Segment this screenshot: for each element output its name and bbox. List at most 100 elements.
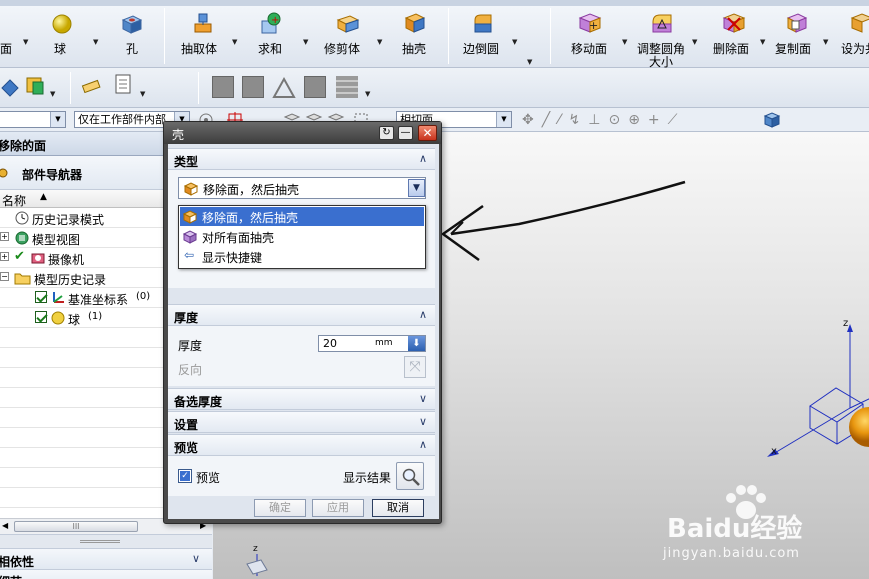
analysis-icon[interactable] <box>0 76 20 98</box>
chevron-down-icon[interactable]: ▼ <box>408 179 425 197</box>
copy-face-button[interactable]: 复制面 <box>772 10 822 60</box>
chevron-down-icon[interactable]: ▼ <box>365 90 370 98</box>
extract-body-label: 抽取体 <box>181 42 218 56</box>
ok-button[interactable]: 确定 <box>254 499 306 517</box>
close-icon[interactable]: ✕ <box>418 125 437 141</box>
reset-icon[interactable]: ↻ <box>379 126 394 140</box>
dialog-title-bar[interactable]: 壳 ↻ — ✕ <box>164 122 441 144</box>
thickness-section-header[interactable]: 厚度 ∧ <box>168 304 435 326</box>
collapse-icon[interactable]: − <box>0 272 9 281</box>
dependency-header[interactable]: 相依性 ∨ <box>0 548 212 570</box>
set-face-label: 设为共 <box>841 42 869 56</box>
tree-item-label: 模型历史记录 <box>34 273 107 287</box>
show-result-button[interactable] <box>396 462 424 490</box>
chevron-down-icon[interactable]: ▼ <box>377 38 382 46</box>
view-style-icon[interactable] <box>212 76 234 98</box>
chevron-down-icon[interactable]: ▼ <box>93 38 98 46</box>
alt-thickness-section-header[interactable]: 备选厚度 ∨ <box>168 388 435 410</box>
preview-title: 预览 <box>174 441 199 455</box>
delete-face-button[interactable]: 删除面 <box>710 10 760 60</box>
snap-point-icon[interactable]: ⊥ <box>588 112 608 128</box>
set-face-icon <box>850 13 869 33</box>
snap-point-icon[interactable]: ⟋ <box>668 112 686 128</box>
chevron-down-icon[interactable]: ▼ <box>760 38 765 46</box>
hole-button[interactable]: 孔 <box>112 10 152 60</box>
triangle-icon[interactable] <box>272 76 296 100</box>
chevron-down-icon[interactable]: ▼ <box>692 38 697 46</box>
chevron-down-icon[interactable]: ▼ <box>50 90 55 98</box>
snap-point-icon[interactable]: ⊙ <box>608 112 628 128</box>
layers-icon[interactable] <box>336 76 358 98</box>
chevron-down-icon[interactable]: ▼ <box>232 38 237 46</box>
thickness-menu-icon[interactable]: ⬇ <box>408 336 425 351</box>
chevron-down-icon[interactable]: ▼ <box>527 58 532 66</box>
trim-body-button[interactable]: 修剪体 <box>322 10 372 60</box>
cancel-button[interactable]: 取消 <box>372 499 424 517</box>
scroll-left-icon[interactable]: ◀ <box>2 521 8 530</box>
type-option-shell-all[interactable]: 对所有面抽壳 <box>180 227 424 246</box>
set-face-button[interactable]: 设为共 <box>838 10 869 60</box>
tree-item-count: (0) <box>136 291 151 302</box>
chevron-down-icon: ▼ <box>496 112 511 127</box>
view-style-icon[interactable] <box>242 76 264 98</box>
chevron-down-icon[interactable]: ▼ <box>512 38 517 46</box>
type-option-shortcuts[interactable]: ⇦ 显示快捷键 <box>180 247 424 266</box>
chevron-down-icon[interactable]: ▼ <box>140 90 145 98</box>
snap-point-icon[interactable]: ⁄ <box>558 112 568 128</box>
snap-point-icon[interactable]: ✥ <box>522 112 542 128</box>
edge-blend-button[interactable]: 边倒圆 <box>458 10 508 60</box>
preview-checkbox-label: 预览 <box>196 471 221 485</box>
cube-icon[interactable] <box>762 111 782 129</box>
panel-title: 移除的面 <box>0 139 47 153</box>
scrollbar-thumb[interactable]: III <box>14 521 138 532</box>
unite-button[interactable]: + 求和 <box>252 10 292 60</box>
move-face-button[interactable]: + 移动面 <box>566 10 616 60</box>
splitter[interactable] <box>0 534 212 548</box>
view-style-icon[interactable] <box>304 76 326 98</box>
shell-button[interactable]: 抽壳 <box>396 10 436 60</box>
thickness-input[interactable]: 20 mm ⬇ <box>318 335 426 352</box>
tree-item-count: (1) <box>88 311 103 322</box>
unite-label: 求和 <box>258 42 283 56</box>
chevron-down-icon[interactable]: ▼ <box>823 38 828 46</box>
preview-checkbox[interactable]: ✓ <box>178 469 192 483</box>
type-dropdown-list: 移除面，然后抽壳 对所有面抽壳 ⇦ 显示快捷键 <box>178 205 426 269</box>
document-icon[interactable] <box>112 72 136 100</box>
snap-point-icon[interactable]: ⊕ <box>628 112 648 128</box>
type-dropdown[interactable]: 移除面，然后抽壳 ▼ <box>178 177 426 199</box>
preview-section-header[interactable]: 预览 ∧ <box>168 434 435 456</box>
watermark-brand: Baidu经验 <box>667 514 803 544</box>
chevron-down-icon[interactable]: ▼ <box>23 38 28 46</box>
expand-icon[interactable]: + <box>0 232 9 241</box>
type-filter-dropdown[interactable]: ▼ <box>0 111 66 128</box>
delete-face-label: 删除面 <box>713 42 750 56</box>
details-header[interactable]: 细节 <box>0 570 212 579</box>
minimize-icon[interactable]: — <box>398 126 413 140</box>
type-option-remove-faces[interactable]: 移除面，然后抽壳 <box>180 207 424 226</box>
expand-icon[interactable]: + <box>0 252 9 261</box>
chevron-down-icon[interactable]: ▼ <box>622 38 627 46</box>
resize-blend-button[interactable]: 调整圆角 大小 <box>634 10 690 69</box>
solid-density-icon[interactable] <box>24 74 48 98</box>
reverse-direction-button[interactable]: ⤧ <box>404 356 426 378</box>
chevron-down-icon[interactable]: ▼ <box>303 38 308 46</box>
snap-point-icon[interactable]: ↯ <box>569 112 589 128</box>
move-face-label: 移动面 <box>571 42 608 56</box>
sphere-button[interactable]: 球 <box>44 10 84 60</box>
apply-button[interactable]: 应用 <box>312 499 364 517</box>
extract-body-button[interactable]: 抽取体 <box>176 10 226 60</box>
visibility-checkbox[interactable] <box>35 291 47 303</box>
thickness-value: 20 <box>323 337 337 350</box>
main-toolbar: 面 ▼ 球 ▼ 孔 抽取体 ▼ + 求和 ▼ 修剪体 ▼ 抽壳 边倒圆 ▼ ▼ <box>0 0 869 69</box>
magnifier-icon <box>402 468 420 486</box>
type-section-header[interactable]: 类型 ∧ <box>168 148 435 170</box>
move-face-icon: + <box>578 13 602 33</box>
snap-point-icon[interactable]: + <box>648 112 668 128</box>
settings-section-header[interactable]: 设置 ∨ <box>168 411 435 433</box>
face-button[interactable]: 面 <box>0 10 30 60</box>
chevron-down-icon[interactable]: ∨ <box>192 552 200 565</box>
sphere-model[interactable] <box>845 406 869 448</box>
snap-point-icon[interactable]: ╱ <box>542 112 558 128</box>
visibility-checkbox[interactable] <box>35 311 47 323</box>
pencil-icon[interactable] <box>80 76 102 96</box>
